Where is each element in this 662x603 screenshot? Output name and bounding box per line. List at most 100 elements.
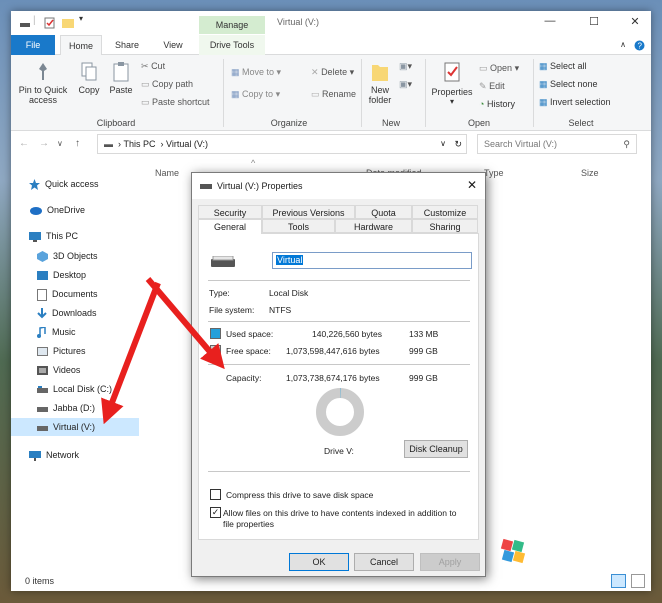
large-icons-view-icon[interactable]	[631, 574, 645, 588]
nav-item-local-disk-c[interactable]: Local Disk (C:)	[11, 380, 139, 398]
nav-item-pictures[interactable]: Pictures	[11, 342, 139, 360]
nav-item-network[interactable]: Network	[11, 446, 139, 464]
move-to-label: Move to	[242, 67, 275, 77]
select-all-label: Select all	[550, 61, 587, 71]
address-bar[interactable]: ▬ › This PC › Virtual (V:) ∨ ↻	[97, 134, 467, 154]
breadcrumb-this-pc[interactable]: This PC	[124, 139, 156, 149]
delete-button[interactable]: ✕ Delete ▾	[311, 67, 354, 78]
edit-button[interactable]: ✎ Edit	[479, 81, 505, 92]
nav-item-videos[interactable]: Videos	[11, 361, 139, 379]
tab-view[interactable]: View	[155, 35, 191, 55]
tab-previous-versions[interactable]: Previous Versions	[262, 205, 355, 219]
tab-drive-tools[interactable]: Drive Tools	[199, 35, 265, 55]
music-icon	[37, 327, 46, 339]
copy-to-button[interactable]: ▦ Copy to ▾	[231, 89, 280, 100]
qat-dropdown-icon[interactable]: ▾	[79, 14, 83, 26]
tab-file[interactable]: File	[11, 35, 55, 55]
help-icon[interactable]: ?	[633, 35, 645, 55]
paste-button[interactable]: Paste	[107, 61, 135, 95]
search-input[interactable]: Search Virtual (V:) ⚲	[477, 134, 637, 154]
manage-tab[interactable]: Manage	[199, 16, 265, 34]
compress-checkbox[interactable]	[210, 489, 221, 500]
column-type[interactable]: Type	[484, 168, 504, 178]
up-arrow-icon[interactable]: ↑	[75, 138, 80, 149]
used-space-swatch	[210, 328, 221, 339]
computer-icon	[29, 231, 41, 242]
drive-icon[interactable]	[19, 17, 31, 29]
tab-sharing[interactable]: Sharing	[412, 219, 478, 233]
tab-customize[interactable]: Customize	[412, 205, 478, 219]
breadcrumb-virtual[interactable]: Virtual (V:)	[166, 139, 208, 149]
type-label: Type:	[209, 288, 230, 298]
search-placeholder: Search Virtual (V:)	[484, 139, 558, 149]
new-item-button[interactable]: ▣▾	[399, 61, 412, 72]
capacity-size: 999 GB	[409, 373, 438, 383]
properties-icon[interactable]	[44, 17, 56, 29]
cancel-button[interactable]: Cancel	[354, 553, 414, 571]
column-name[interactable]: Name	[155, 168, 179, 178]
nav-item-3d-objects[interactable]: 3D Objects	[11, 247, 139, 265]
nav-item-jabba-d[interactable]: Jabba (D:)	[11, 399, 139, 417]
pin-icon	[39, 63, 47, 80]
details-view-icon[interactable]	[611, 574, 626, 588]
divider	[208, 471, 470, 472]
tab-home[interactable]: Home	[60, 35, 102, 55]
refresh-icon[interactable]: ↻	[454, 135, 462, 153]
invert-selection-button[interactable]: ▦ Invert selection	[539, 97, 611, 108]
forward-arrow-icon[interactable]: →	[39, 138, 49, 149]
nav-item-quick-access[interactable]: Quick access	[11, 175, 139, 193]
cut-button[interactable]: ✂ Cut	[141, 61, 165, 72]
back-arrow-icon[interactable]: ←	[19, 138, 29, 149]
collapse-ribbon-icon[interactable]: ∧	[617, 35, 629, 55]
delete-label: Delete	[321, 67, 348, 77]
easy-access-button[interactable]: ▣▾	[399, 79, 412, 90]
tab-share[interactable]: Share	[107, 35, 147, 55]
address-dropdown-icon[interactable]: ∨	[440, 135, 446, 153]
pin-to-quick-access-button[interactable]: Pin to Quick access	[13, 61, 73, 105]
nav-item-this-pc[interactable]: This PC	[11, 227, 139, 245]
column-size[interactable]: Size	[581, 168, 599, 178]
copy-button[interactable]: Copy	[75, 61, 103, 95]
nav-label: 3D Objects	[53, 251, 98, 261]
select-none-label: Select none	[550, 79, 598, 89]
tab-hardware[interactable]: Hardware	[335, 219, 412, 233]
paste-shortcut-button[interactable]: ▭ Paste shortcut	[141, 97, 210, 108]
tab-security[interactable]: Security	[198, 205, 262, 219]
separator: |	[33, 15, 36, 26]
rename-button[interactable]: ▭ Rename	[311, 89, 356, 100]
ribbon-separator	[425, 59, 426, 127]
tab-tools[interactable]: Tools	[262, 219, 335, 233]
nav-item-music[interactable]: Music	[11, 323, 139, 341]
close-button[interactable]: ✕	[626, 15, 644, 31]
drive-name-input[interactable]: Virtual	[272, 252, 472, 269]
move-to-button[interactable]: ▦ Move to ▾	[231, 67, 281, 78]
nav-item-virtual-v[interactable]: Virtual (V:)	[11, 418, 139, 436]
recent-locations-icon[interactable]: ∨	[57, 139, 63, 148]
new-folder-icon[interactable]	[62, 17, 74, 29]
select-all-button[interactable]: ▦ Select all	[539, 61, 587, 72]
type-value: Local Disk	[269, 288, 309, 298]
tab-general[interactable]: General	[198, 219, 262, 234]
index-checkbox[interactable]: ✓	[210, 507, 221, 518]
nav-item-onedrive[interactable]: OneDrive	[11, 201, 139, 219]
properties-button[interactable]: Properties ▾	[429, 61, 475, 106]
nav-item-documents[interactable]: Documents	[11, 285, 139, 303]
select-none-button[interactable]: ▦ Select none	[539, 79, 598, 90]
nav-item-downloads[interactable]: Downloads	[11, 304, 139, 322]
minimize-button[interactable]: —	[541, 15, 559, 31]
ok-button[interactable]: OK	[289, 553, 349, 571]
nav-item-desktop[interactable]: Desktop	[11, 266, 139, 284]
history-button[interactable]: ◔ History	[479, 99, 515, 109]
free-space-bytes: 1,073,598,447,616 bytes	[286, 346, 380, 356]
winbuzzer-watermark: WinBuzzer	[500, 538, 627, 564]
open-button[interactable]: ▭ Open ▾	[479, 63, 519, 74]
maximize-button[interactable]: ☐	[585, 15, 603, 31]
new-folder-button[interactable]: New folder	[363, 61, 397, 105]
dialog-close-icon[interactable]: ✕	[467, 178, 477, 192]
compress-label: Compress this drive to save disk space	[226, 490, 374, 500]
disk-cleanup-button[interactable]: Disk Cleanup	[404, 440, 468, 458]
copy-path-button[interactable]: ▭ Copy path	[141, 79, 193, 90]
copy-path-label: Copy path	[152, 79, 194, 89]
tab-quota[interactable]: Quota	[355, 205, 412, 219]
apply-button[interactable]: Apply	[420, 553, 480, 571]
